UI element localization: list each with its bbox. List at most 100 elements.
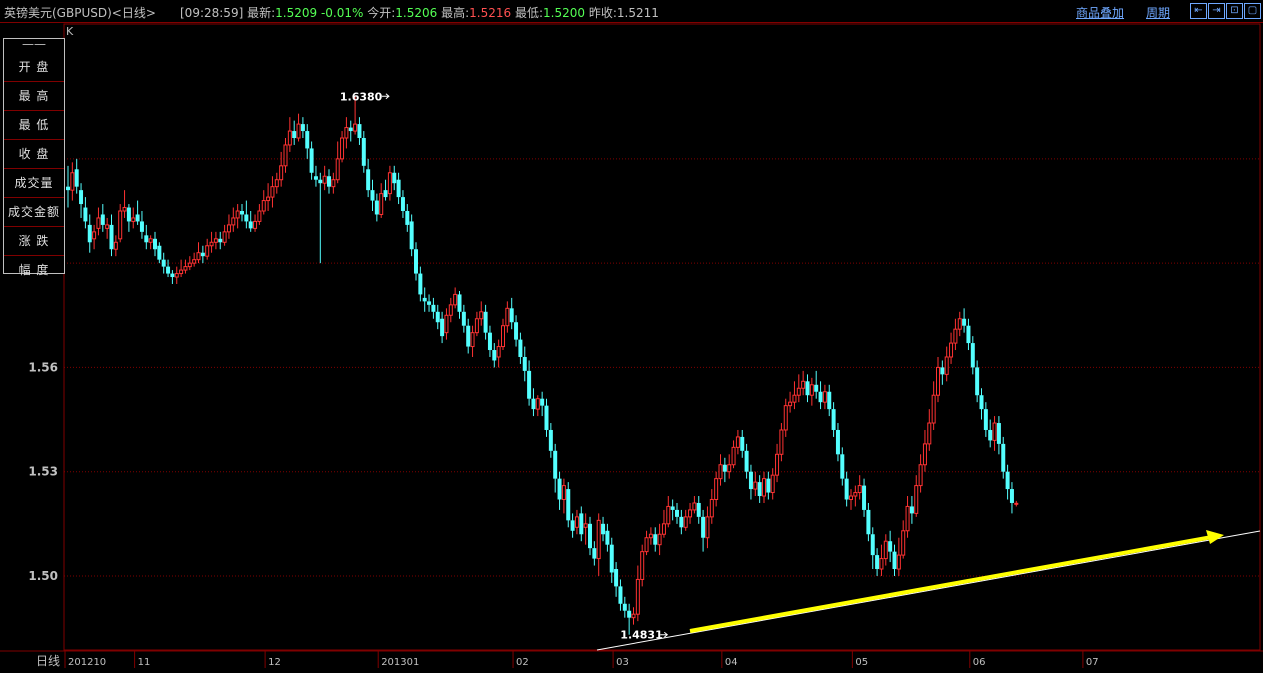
candle-body xyxy=(1005,471,1010,490)
candle xyxy=(840,447,845,486)
candle-body xyxy=(270,186,275,198)
candle xyxy=(992,416,997,451)
candle xyxy=(361,131,366,173)
y-tick-label: 1.56 xyxy=(28,360,58,374)
candle-body xyxy=(896,554,901,570)
candle xyxy=(370,179,375,212)
candle xyxy=(1014,500,1019,507)
candle-body xyxy=(975,367,980,396)
candle-body xyxy=(457,294,462,312)
candle-body xyxy=(83,207,88,222)
candle xyxy=(596,513,601,576)
candle-body xyxy=(657,533,662,546)
candle-body xyxy=(701,516,706,538)
trend-line xyxy=(596,530,1261,651)
candle xyxy=(144,224,149,250)
candle-body xyxy=(92,231,97,240)
candle xyxy=(957,311,962,337)
candle-body xyxy=(931,394,936,424)
candle-body xyxy=(161,259,166,267)
candle xyxy=(709,489,714,524)
candle xyxy=(561,478,566,514)
x-tick-label: 12 xyxy=(268,657,281,668)
candle xyxy=(366,158,371,198)
candle-body xyxy=(605,530,610,545)
candle xyxy=(344,117,349,149)
candle-body xyxy=(901,530,906,556)
candle xyxy=(414,242,418,281)
candle xyxy=(457,290,462,319)
candle-body xyxy=(970,343,975,368)
candle-body xyxy=(379,193,384,215)
candle xyxy=(940,360,945,385)
candle xyxy=(796,374,801,403)
candle xyxy=(157,242,162,264)
candle-body xyxy=(361,138,366,166)
candle xyxy=(100,204,105,232)
candle-body xyxy=(313,176,318,180)
candle xyxy=(118,204,123,243)
candle xyxy=(487,325,492,357)
candle-body xyxy=(957,318,962,330)
candle-body xyxy=(735,436,740,448)
candle-body xyxy=(940,367,945,375)
candle xyxy=(618,579,623,611)
candle-body xyxy=(322,175,327,184)
candle-body xyxy=(574,516,579,528)
candle-body xyxy=(540,398,545,406)
candle-body xyxy=(544,405,549,430)
plot-frame xyxy=(63,23,1261,651)
candle-body xyxy=(396,179,401,198)
x-tick-label: 04 xyxy=(725,657,738,668)
candle xyxy=(901,520,906,559)
candle xyxy=(383,179,388,201)
candle-body xyxy=(892,551,897,570)
candle-body xyxy=(927,422,932,445)
candle-body xyxy=(427,301,432,305)
candle xyxy=(253,214,258,232)
candle xyxy=(601,516,606,542)
candle xyxy=(470,325,475,357)
candle-body xyxy=(179,269,184,275)
candle xyxy=(1009,482,1014,514)
candle-body xyxy=(753,481,758,490)
candle xyxy=(835,423,840,462)
candle-body xyxy=(709,498,714,518)
ohlc-info-panel: —— 开 盘最 高最 低收 盘成交量 成交金额涨 跌幅 度 xyxy=(3,38,65,277)
candle xyxy=(748,464,753,500)
candle xyxy=(427,294,432,312)
candlestick-chart[interactable]: 1.50 1.53 1.56 K 日线 201210 11 12 201301 02 03 04 05… xyxy=(0,0,1263,673)
candle-body xyxy=(96,217,101,229)
candle-body xyxy=(640,551,645,580)
candle xyxy=(331,172,336,194)
candle-body xyxy=(266,196,271,202)
candle-body xyxy=(827,391,832,410)
candle-body xyxy=(922,443,927,466)
candle-body xyxy=(548,429,553,451)
candle-body xyxy=(905,505,910,532)
candle xyxy=(400,190,405,218)
candle xyxy=(827,384,832,417)
period-label: 日线 xyxy=(36,654,60,668)
candle xyxy=(953,318,958,351)
candle xyxy=(322,165,327,191)
candle-body xyxy=(253,220,258,229)
candle-body xyxy=(414,249,418,274)
candle-body xyxy=(783,405,788,431)
candle xyxy=(888,530,893,563)
candle-body xyxy=(148,238,153,243)
candle xyxy=(274,172,279,194)
candle xyxy=(744,443,749,479)
candle-body xyxy=(87,224,92,243)
candle xyxy=(805,374,810,403)
candle-body xyxy=(66,186,70,191)
candle-body xyxy=(353,123,358,132)
candle-body xyxy=(631,613,636,619)
candle xyxy=(757,475,762,503)
candle-body xyxy=(718,464,723,480)
candle xyxy=(261,190,266,215)
candle xyxy=(200,245,205,264)
candle-body xyxy=(70,172,75,191)
candle-body xyxy=(522,356,527,371)
candle xyxy=(696,496,701,524)
